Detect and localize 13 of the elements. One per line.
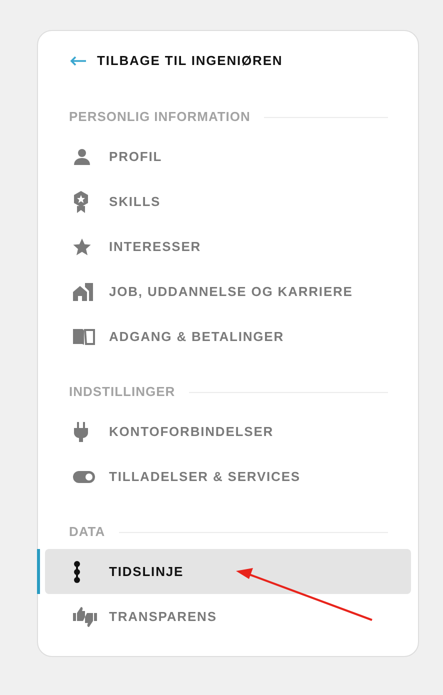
sidebar-item[interactable]: SKILLS: [45, 179, 411, 224]
section-heading: INDSTILLINGER: [69, 383, 176, 402]
sidebar-item[interactable]: KONTOFORBINDELSER: [45, 409, 411, 454]
sidebar-item[interactable]: JOB, UDDANNELSE OG KARRIERE: [45, 269, 411, 314]
sidebar-item[interactable]: ADGANG & BETALINGER: [45, 314, 411, 359]
section-heading: PERSONLIG INFORMATION: [69, 108, 250, 126]
section-heading: DATA: [69, 523, 106, 542]
back-link[interactable]: TILBAGE TIL INGENIØREN: [38, 51, 283, 71]
sidebar-item[interactable]: PROFIL: [45, 134, 411, 179]
sidebar-item[interactable]: INTERESSER: [45, 224, 411, 269]
sidebar-item[interactable]: TIDSLINJE: [45, 549, 411, 594]
sidebar-item[interactable]: TRANSPARENS: [45, 594, 411, 639]
sidebar-item[interactable]: TILLADELSER & SERVICES: [45, 454, 411, 499]
